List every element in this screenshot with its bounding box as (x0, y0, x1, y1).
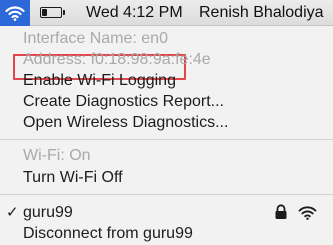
connected-checkmark: ✓ (6, 204, 19, 221)
battery-level-fill (42, 9, 48, 16)
wifi-dropdown-menu: Interface Name: en0 Address: f0:18:98:9a… (0, 26, 333, 245)
wifi-icon (5, 6, 25, 21)
create-diagnostics-report-item[interactable]: Create Diagnostics Report... (23, 92, 224, 111)
menu-separator (0, 194, 333, 195)
interface-name-label: Interface Name: en0 (23, 30, 168, 47)
menu-separator (0, 139, 333, 140)
network-item-guru99[interactable]: guru99 (23, 203, 73, 222)
open-wireless-diagnostics-item[interactable]: Open Wireless Diagnostics... (23, 113, 228, 132)
address-label: Address: f0:18:98:9a:fe:4e (23, 51, 211, 68)
wifi-signal-icon (298, 206, 317, 220)
battery-tip (63, 10, 65, 15)
disconnect-network-item[interactable]: Disconnect from guru99 (23, 224, 193, 243)
menubar-username[interactable]: Renish Bhalodiya (199, 4, 324, 22)
menu-bar: Wed 4:12 PM Renish Bhalodiya (0, 0, 333, 26)
wifi-status-label: Wi-Fi: On (23, 147, 91, 164)
turn-wifi-off-item[interactable]: Turn Wi-Fi Off (23, 168, 123, 187)
enable-wifi-logging-item[interactable]: Enable Wi-Fi Logging (23, 71, 176, 90)
lock-icon (275, 204, 287, 219)
battery-icon[interactable] (40, 7, 62, 18)
wifi-menu-button[interactable] (0, 0, 30, 26)
menubar-clock[interactable]: Wed 4:12 PM (86, 4, 183, 22)
